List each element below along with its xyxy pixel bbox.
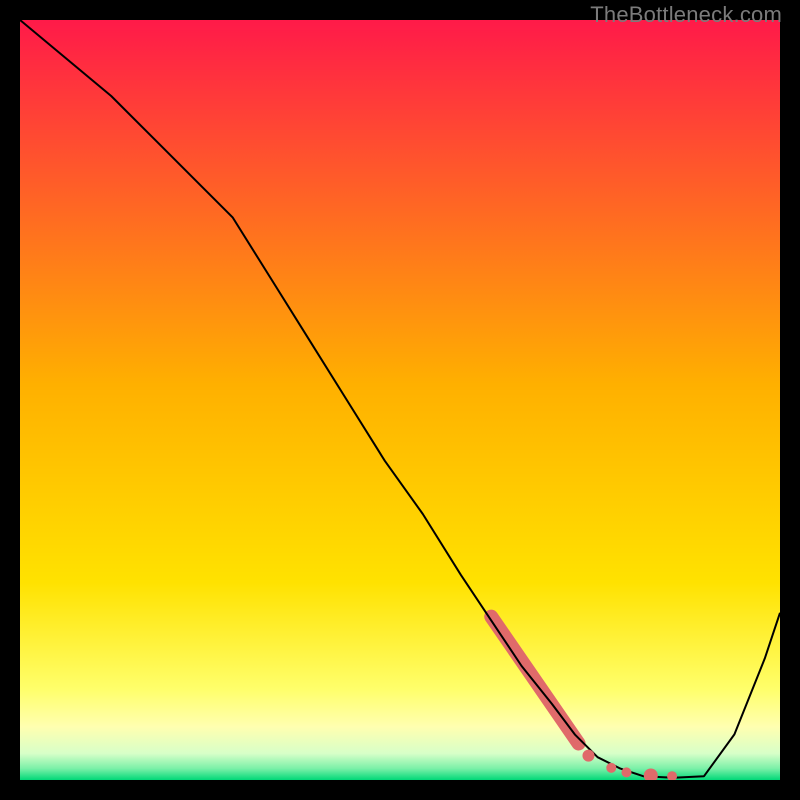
gradient-background: [20, 20, 780, 780]
dot-3: [621, 767, 631, 777]
dot-2: [606, 763, 616, 773]
dot-1: [582, 750, 594, 762]
chart-frame: TheBottleneck.com: [0, 0, 800, 800]
plot-area: [20, 20, 780, 780]
watermark-text: TheBottleneck.com: [590, 2, 782, 28]
chart-svg: [20, 20, 780, 780]
